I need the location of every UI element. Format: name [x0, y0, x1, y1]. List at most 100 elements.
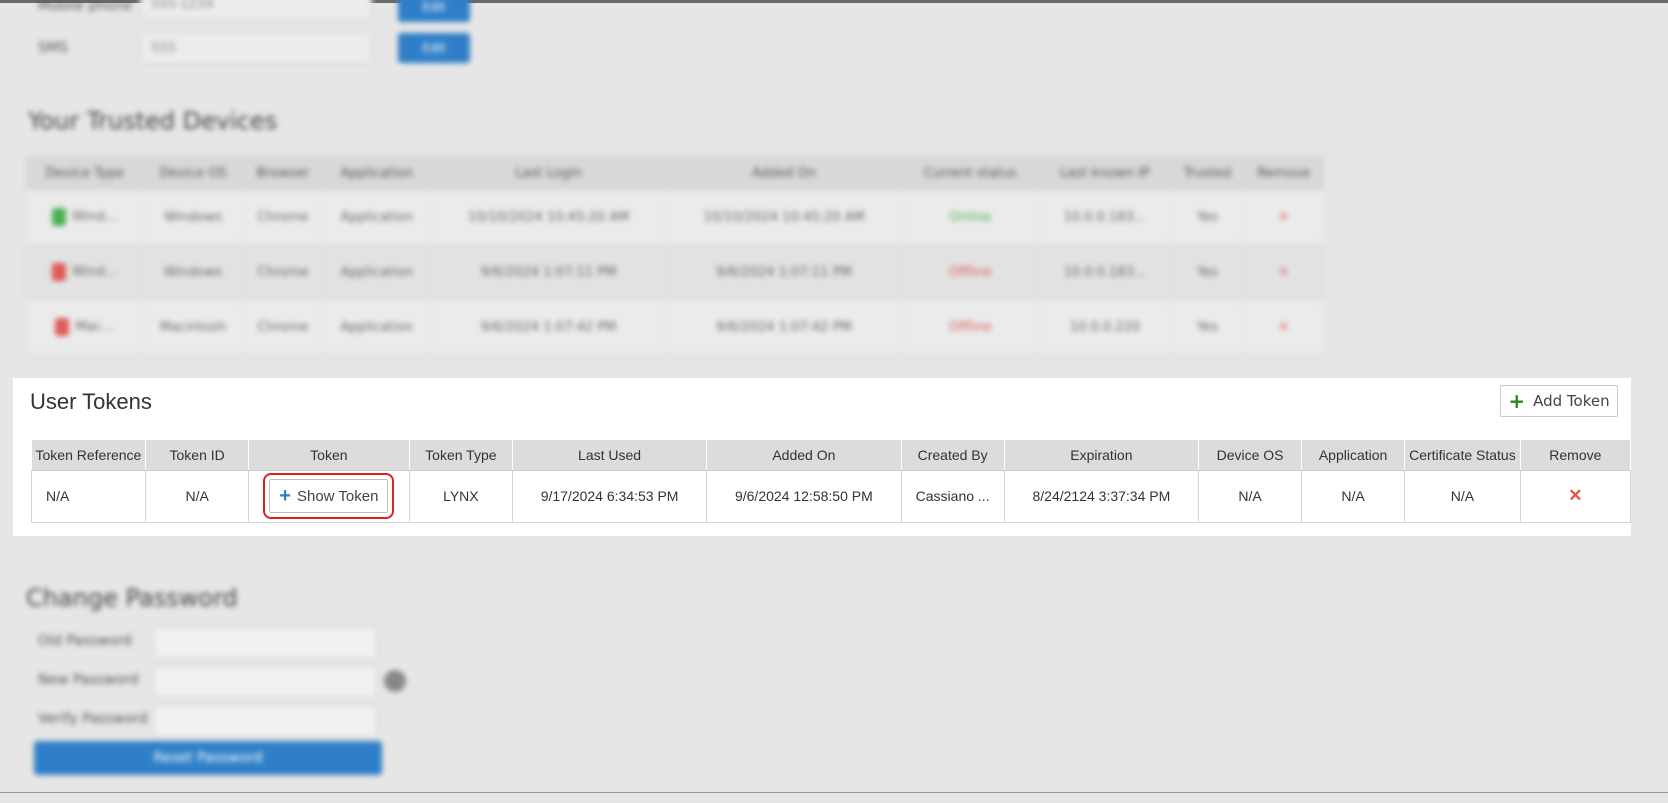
table-row: Mac... Macintosh Chrome Application 9/6/2024…: [25, 299, 1324, 355]
cell-token: + Show Token: [247, 469, 410, 523]
column-header: Current status: [901, 156, 1040, 190]
show-token-button[interactable]: + Show Token: [263, 473, 395, 519]
device-type-label: Wind...: [72, 209, 118, 225]
user-tokens-title: User Tokens: [30, 389, 152, 414]
cell-created-by: Cassiano ...: [900, 469, 1005, 523]
remove-icon[interactable]: ✕: [1568, 486, 1582, 505]
column-header: Expiration: [1004, 440, 1200, 471]
cell-remove: ✕: [1519, 469, 1632, 523]
remove-icon[interactable]: ✕: [1278, 320, 1289, 335]
trusted-cell: Yes: [1170, 189, 1245, 245]
trusted-devices-heading: Your Trusted Devices: [28, 107, 278, 135]
mobile-edit-button[interactable]: Edit: [398, 0, 470, 22]
cell-application: N/A: [1301, 469, 1406, 523]
browser-cell: Chrome: [242, 299, 324, 355]
user-tokens-panel: User Tokens + Add Token Token Reference T…: [13, 378, 1632, 536]
mobile-label: Mobile phone: [38, 0, 133, 14]
table-row: Wind... Windows Chrome Application 9/6/2024 …: [25, 244, 1324, 300]
ip-cell: 10.0.0.183...: [1038, 244, 1172, 300]
last-login-cell: 9/6/2024 1:07:11 PM: [430, 244, 667, 300]
application-cell: Application: [322, 244, 432, 300]
device-icon: [52, 263, 67, 281]
last-login-cell: 9/6/2024 1:07:42 PM: [430, 299, 667, 355]
last-login-cell: 10/10/2024 10:45:20 AM: [430, 189, 667, 245]
application-cell: Application: [322, 299, 432, 355]
column-header: Remove: [1520, 440, 1632, 471]
device-os-cell: Windows: [142, 189, 244, 245]
column-header: Device OS: [142, 156, 244, 190]
column-header: Token Type: [409, 440, 513, 471]
device-icon: [52, 208, 67, 226]
column-header: Browser: [242, 156, 324, 190]
column-header: Remove: [1243, 156, 1324, 190]
old-password-label: Old Password: [38, 633, 132, 649]
column-header: Certificate Status: [1404, 440, 1521, 471]
cell-token-id: N/A: [145, 469, 249, 523]
column-header: Added On: [665, 156, 903, 190]
column-header: Created By: [901, 440, 1005, 471]
verify-password-label: Verify Password: [38, 711, 148, 727]
trusted-cell: Yes: [1170, 299, 1245, 355]
status-cell: Offline: [901, 299, 1040, 355]
old-password-input[interactable]: [153, 627, 377, 659]
change-password-heading: Change Password: [26, 584, 238, 612]
remove-cell: ✕: [1243, 189, 1324, 245]
column-header: Trusted: [1170, 156, 1245, 190]
window-bottom-border: [0, 792, 1668, 803]
cell-last-used: 9/17/2024 6:34:53 PM: [511, 469, 708, 523]
cell-certificate-status: N/A: [1404, 469, 1521, 523]
browser-cell: Chrome: [242, 244, 324, 300]
trusted-cell: Yes: [1170, 244, 1245, 300]
verify-password-input[interactable]: [153, 705, 377, 737]
add-token-button[interactable]: + Add Token: [1500, 385, 1618, 417]
device-os-cell: Macintosh: [142, 299, 244, 355]
remove-icon[interactable]: ✕: [1278, 265, 1289, 280]
status-cell: Online: [901, 189, 1040, 245]
column-header: Last Used: [512, 440, 708, 471]
ip-cell: 10.0.0.183...: [1038, 189, 1172, 245]
column-header: Application: [322, 156, 432, 190]
eye-icon[interactable]: [384, 670, 406, 692]
status-cell: Offline: [901, 244, 1040, 300]
sms-input[interactable]: 555: [140, 32, 372, 64]
reset-password-button[interactable]: Reset Password: [34, 741, 382, 775]
mobile-input[interactable]: 555-1234: [140, 0, 372, 20]
sms-edit-button[interactable]: Edit: [398, 33, 470, 63]
added-on-cell: 9/6/2024 1:07:42 PM: [665, 299, 903, 355]
added-on-cell: 9/6/2024 1:07:11 PM: [665, 244, 903, 300]
user-tokens-table: Token Reference Token ID Token Token Type La…: [30, 440, 1632, 523]
device-type-cell: Mac...: [25, 299, 144, 355]
cell-device-os: N/A: [1198, 469, 1303, 523]
cell-token-reference: N/A: [30, 469, 147, 523]
added-on-cell: 10/10/2024 10:45:20 AM: [665, 189, 903, 245]
sms-label: SMS: [38, 40, 68, 56]
column-header: Device Type: [25, 156, 144, 190]
column-header: Token ID: [145, 440, 249, 471]
column-header: Token: [248, 440, 410, 471]
tokens-header-row: Token Reference Token ID Token Token Type La…: [31, 440, 1632, 471]
table-row: N/A N/A + Show Token LYNX 9/17/2024 6:34…: [30, 469, 1632, 523]
cell-added-on: 9/6/2024 12:58:50 PM: [706, 469, 902, 523]
cell-token-type: LYNX: [408, 469, 513, 523]
plus-icon: +: [279, 485, 291, 507]
device-os-cell: Windows: [142, 244, 244, 300]
new-password-label: New Password: [38, 672, 139, 688]
column-header: Application: [1301, 440, 1406, 471]
column-header: Last Login: [430, 156, 667, 190]
remove-icon[interactable]: ✕: [1278, 210, 1289, 225]
plus-icon: +: [1508, 389, 1526, 413]
device-icon: [55, 318, 70, 336]
remove-cell: ✕: [1243, 244, 1324, 300]
table-row: Wind... Windows Chrome Application 10/10/202…: [25, 189, 1324, 245]
show-token-label: Show Token: [296, 487, 379, 505]
trusted-devices-table: Device Type Device OS Browser Application La…: [25, 156, 1324, 355]
device-type-label: Mac...: [75, 319, 115, 335]
new-password-input[interactable]: [153, 666, 377, 698]
device-type-cell: Wind...: [25, 244, 144, 300]
column-header: Token Reference: [31, 440, 147, 471]
add-token-label: Add Token: [1533, 392, 1610, 410]
cell-expiration: 8/24/2124 3:37:34 PM: [1003, 469, 1200, 523]
ip-cell: 10.0.0.220: [1038, 299, 1172, 355]
column-header: Device OS: [1198, 440, 1303, 471]
browser-cell: Chrome: [242, 189, 324, 245]
